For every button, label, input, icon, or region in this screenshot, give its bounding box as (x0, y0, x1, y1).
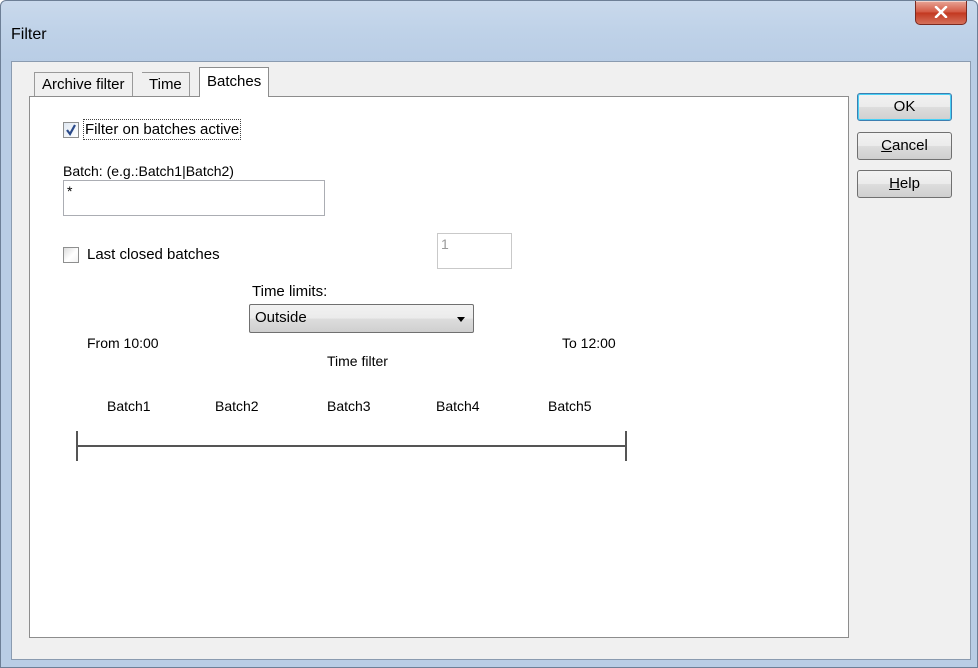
window-title: Filter (11, 26, 47, 43)
chevron-down-icon (457, 317, 465, 322)
help-label-rest: elp (899, 175, 920, 192)
filter-dialog: Filter Archive filter Time Batches Filte… (0, 0, 978, 668)
title-bar[interactable]: Filter (1, 1, 977, 61)
batch-input-value: * (67, 183, 73, 199)
tab-time[interactable]: Time (142, 72, 190, 96)
dialog-client-area: Archive filter Time Batches Filter on ba… (11, 61, 971, 660)
timeline-from-label: From 10:00 (87, 335, 159, 351)
timeline-end-tick (625, 431, 627, 461)
help-button[interactable]: Help (857, 170, 952, 198)
checkmark-icon (66, 124, 76, 136)
timeline-batch-label: Batch1 (107, 398, 151, 414)
tab-batches[interactable]: Batches (199, 67, 270, 97)
cancel-mnemonic: C (881, 137, 892, 154)
timeline-batch-label: Batch3 (327, 398, 371, 414)
last-closed-count-value: 1 (441, 236, 449, 252)
tab-label: Time (149, 76, 182, 93)
cancel-label-rest: ancel (891, 137, 928, 154)
filter-active-checkbox[interactable] (63, 122, 79, 138)
batch-input[interactable]: * (63, 180, 325, 216)
last-closed-checkbox[interactable] (63, 247, 79, 263)
time-limits-dropdown[interactable]: Outside (249, 304, 474, 333)
cancel-button[interactable]: Cancel (857, 132, 952, 160)
time-limits-label: Time limits: (252, 283, 328, 300)
timeline-to-label: To 12:00 (562, 335, 616, 351)
filter-active-label[interactable]: Filter on batches active (82, 119, 242, 140)
close-icon (934, 6, 948, 18)
ok-button-label: OK (893, 98, 916, 115)
batch-field-label: Batch: (e.g.:Batch1|Batch2) (63, 163, 234, 179)
timeline-batch-label: Batch2 (215, 398, 259, 414)
batches-tab-page: Filter on batches active Batch: (e.g.:Ba… (29, 96, 849, 638)
last-closed-label: Last closed batches (87, 246, 220, 263)
time-filter-label: Time filter (327, 353, 388, 369)
timeline-batch-label: Batch4 (436, 398, 480, 414)
help-mnemonic: H (889, 175, 900, 192)
tab-label: Archive filter (42, 76, 125, 93)
time-limits-selected: Outside (255, 309, 307, 326)
last-closed-count-input[interactable]: 1 (437, 233, 512, 269)
close-button[interactable] (915, 1, 967, 25)
tab-label: Batches (207, 73, 262, 90)
tab-archive-filter[interactable]: Archive filter (34, 72, 133, 96)
timeline-batch-label: Batch5 (548, 398, 592, 414)
ok-button[interactable]: OK (857, 93, 952, 121)
timeline-axis (76, 445, 627, 447)
